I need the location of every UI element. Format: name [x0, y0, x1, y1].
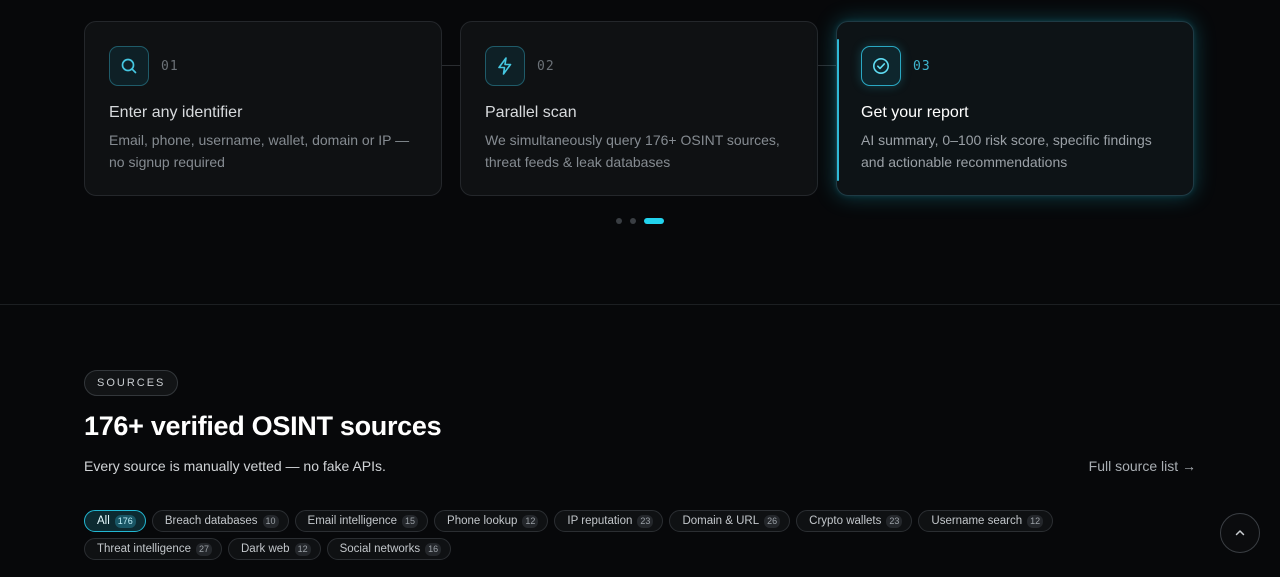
section-heading: 176+ verified OSINT sources: [84, 411, 442, 441]
filter-chip-email-intelligence[interactable]: Email intelligence 15: [294, 510, 429, 532]
section-divider: [0, 304, 1280, 305]
chip-label: Dark web: [241, 543, 290, 555]
full-source-list-link[interactable]: Full source list →: [1089, 458, 1196, 474]
step-connector: [442, 65, 460, 66]
chip-label: Threat intelligence: [97, 543, 191, 555]
chip-count: 23: [886, 514, 903, 528]
step-card-3: 03 Get your report AI summary, 0–100 ris…: [836, 21, 1194, 196]
filter-chip-phone-lookup[interactable]: Phone lookup 12: [434, 510, 549, 532]
chip-count: 23: [637, 514, 654, 528]
filter-chip-domain-url[interactable]: Domain & URL 26: [669, 510, 791, 532]
step-card-1: 01 Enter any identifier Email, phone, us…: [84, 21, 442, 196]
chip-label: All: [97, 515, 110, 527]
step-title: Enter any identifier: [109, 104, 243, 121]
filter-chip-social-networks[interactable]: Social networks 16: [326, 538, 452, 560]
section-badge: SOURCES: [84, 370, 179, 396]
step-connector: [818, 65, 836, 66]
chevron-up-icon: [1235, 530, 1245, 536]
chip-label: Phone lookup: [447, 515, 518, 527]
step-number: 01: [161, 59, 179, 74]
chip-label: Social networks: [339, 543, 421, 555]
chip-count: 15: [402, 514, 419, 528]
carousel-dots: [616, 218, 664, 224]
step-description: Email, phone, username, wallet, domain o…: [109, 132, 410, 170]
chip-label: Crypto wallets: [809, 515, 882, 527]
step-title: Parallel scan: [485, 104, 577, 121]
chip-label: Domain & URL: [682, 515, 760, 527]
chip-count: 26: [764, 514, 781, 528]
chip-count: 27: [195, 542, 212, 556]
step-title: Get your report: [861, 104, 969, 121]
chip-label: Email intelligence: [307, 515, 398, 527]
carousel-dot[interactable]: [630, 218, 636, 224]
filter-chip-crypto-wallets[interactable]: Crypto wallets 23: [796, 510, 913, 532]
lightning-icon: [485, 46, 525, 86]
chip-count: 12: [294, 542, 311, 556]
chip-count: 12: [1027, 514, 1044, 528]
step-number: 02: [537, 59, 555, 74]
filter-chip-dark-web[interactable]: Dark web 12: [228, 538, 321, 560]
scroll-to-top-button[interactable]: [1220, 513, 1260, 553]
chip-count: 12: [522, 514, 539, 528]
chip-label: IP reputation: [567, 515, 633, 527]
filter-chips: All 176 Breach databases 10 Email intellig…: [84, 510, 1124, 566]
step-number: 03: [913, 59, 931, 74]
filter-chip-ip-reputation[interactable]: IP reputation 23: [554, 510, 664, 532]
carousel-dot[interactable]: [616, 218, 622, 224]
search-icon: [109, 46, 149, 86]
step-card-2: 02 Parallel scan We simultaneously query…: [460, 21, 818, 196]
chip-count: 10: [262, 514, 279, 528]
step-description: We simultaneously query 176+ OSINT sourc…: [485, 132, 780, 170]
chip-label: Username search: [931, 515, 1023, 527]
filter-chip-threat-intelligence[interactable]: Threat intelligence 27: [84, 538, 222, 560]
carousel-dot-active[interactable]: [644, 218, 664, 224]
steps-section: 01 Enter any identifier Email, phone, us…: [84, 21, 1196, 198]
filter-chip-username-search[interactable]: Username search 12: [918, 510, 1054, 532]
chip-label: Breach databases: [164, 515, 258, 527]
filter-chip-breach-databases[interactable]: Breach databases 10: [151, 510, 289, 532]
filter-chip-all[interactable]: All 176: [84, 510, 146, 532]
chip-count: 16: [425, 542, 442, 556]
step-description: AI summary, 0–100 risk score, specific f…: [861, 132, 1152, 170]
section-subtext: Every source is manually vetted — no fak…: [84, 458, 386, 474]
chip-count: 176: [114, 514, 136, 528]
check-circle-icon: [861, 46, 901, 86]
